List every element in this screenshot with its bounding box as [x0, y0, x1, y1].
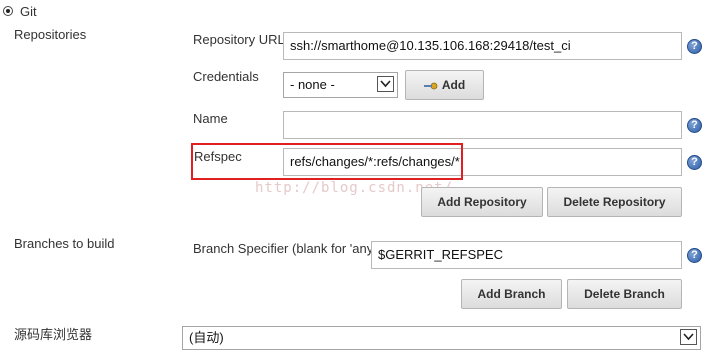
credentials-select[interactable]: - none - [283, 72, 398, 98]
repository-browser-label: 源码库浏览器 [14, 327, 93, 342]
add-credentials-label: Add [441, 78, 466, 92]
repositories-section-label: Repositories [14, 27, 87, 42]
branch-specifier-input[interactable]: $GERRIT_REFSPEC [371, 241, 682, 269]
credentials-select-value: - none - [290, 77, 335, 92]
credentials-label: Credentials [193, 69, 259, 84]
refspec-help-icon[interactable]: ? [687, 155, 702, 170]
repository-browser-value: (自动) [189, 330, 224, 345]
branch-specifier-label: Branch Specifier (blank for 'any') [193, 241, 381, 256]
chevron-down-icon [377, 76, 394, 92]
delete-branch-button[interactable]: Delete Branch [567, 279, 682, 309]
branches-section-label: Branches to build [14, 236, 115, 251]
add-credentials-button[interactable]: Add [405, 70, 484, 100]
repository-browser-select[interactable]: (自动) [182, 326, 701, 350]
refspec-highlight-box [191, 143, 463, 180]
repository-url-input[interactable]: ssh://smarthome@10.135.106.168:29418/tes… [283, 32, 682, 60]
delete-repository-button[interactable]: Delete Repository [547, 187, 682, 217]
name-input[interactable] [283, 111, 682, 139]
add-repository-button[interactable]: Add Repository [421, 187, 543, 217]
git-radio[interactable] [3, 6, 13, 16]
git-option-label: Git [20, 4, 37, 19]
repository-url-help-icon[interactable]: ? [687, 39, 702, 54]
chevron-down-icon [680, 329, 697, 345]
name-label: Name [193, 111, 228, 126]
name-help-icon[interactable]: ? [687, 118, 702, 133]
key-icon [423, 72, 438, 100]
branch-specifier-help-icon[interactable]: ? [687, 248, 702, 263]
repository-url-label: Repository URL [193, 32, 285, 47]
add-branch-button[interactable]: Add Branch [461, 279, 562, 309]
